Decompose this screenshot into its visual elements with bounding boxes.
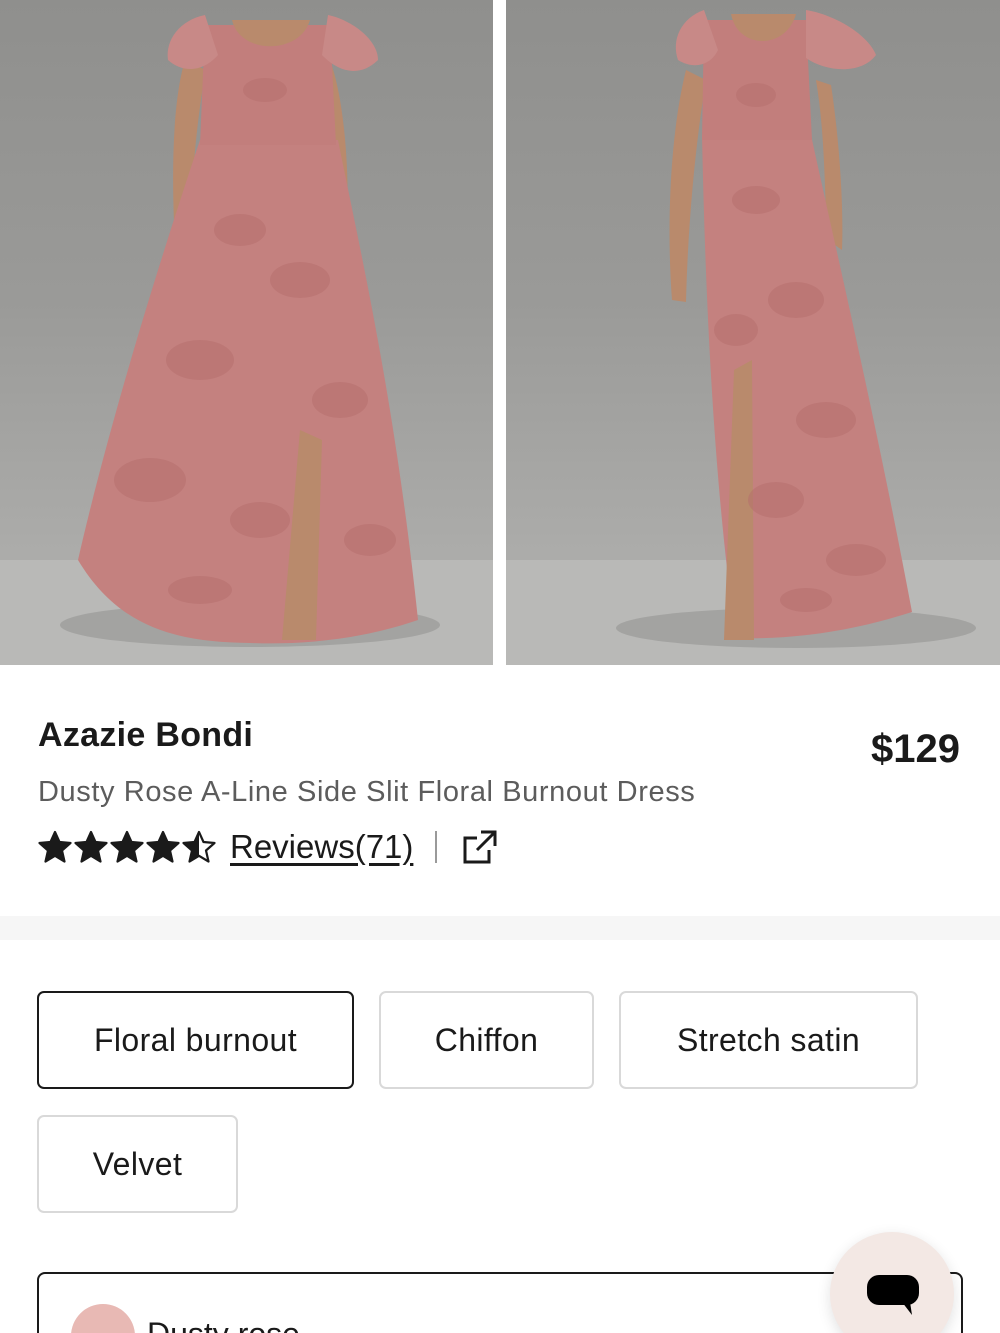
chat-button[interactable] <box>830 1232 954 1333</box>
chat-bubble-icon <box>867 1275 919 1315</box>
section-divider <box>0 916 1000 940</box>
dress-side-illustration <box>506 10 1000 665</box>
color-select[interactable]: Dusty rose <box>37 1272 963 1333</box>
star-icon <box>146 830 180 863</box>
product-image-front[interactable] <box>0 0 493 665</box>
fabric-option-velvet[interactable]: Velvet <box>37 1115 238 1213</box>
product-image-side[interactable] <box>506 0 1000 665</box>
dress-front-illustration <box>0 15 493 665</box>
star-icon <box>74 830 108 863</box>
fabric-option-chiffon[interactable]: Chiffon <box>379 991 594 1089</box>
color-select-value: Dusty rose <box>147 1316 300 1333</box>
divider <box>435 831 438 863</box>
reviews-link[interactable]: Reviews(71) <box>230 828 413 866</box>
product-gallery[interactable] <box>0 0 1000 665</box>
star-icon <box>182 830 216 863</box>
product-title: Dusty Rose A-Line Side Slit Floral Burno… <box>38 776 696 808</box>
external-link-icon[interactable] <box>461 828 499 866</box>
product-price: $129 <box>871 727 960 771</box>
fabric-option-stretch-satin[interactable]: Stretch satin <box>619 991 918 1089</box>
star-rating[interactable] <box>38 830 216 864</box>
product-brand: Azazie Bondi <box>38 716 254 754</box>
star-icon <box>110 830 144 863</box>
fabric-option-floral-burnout[interactable]: Floral burnout <box>37 991 354 1089</box>
star-icon <box>38 830 72 863</box>
color-swatch <box>71 1304 135 1333</box>
rating-row: Reviews(71) <box>38 826 499 868</box>
